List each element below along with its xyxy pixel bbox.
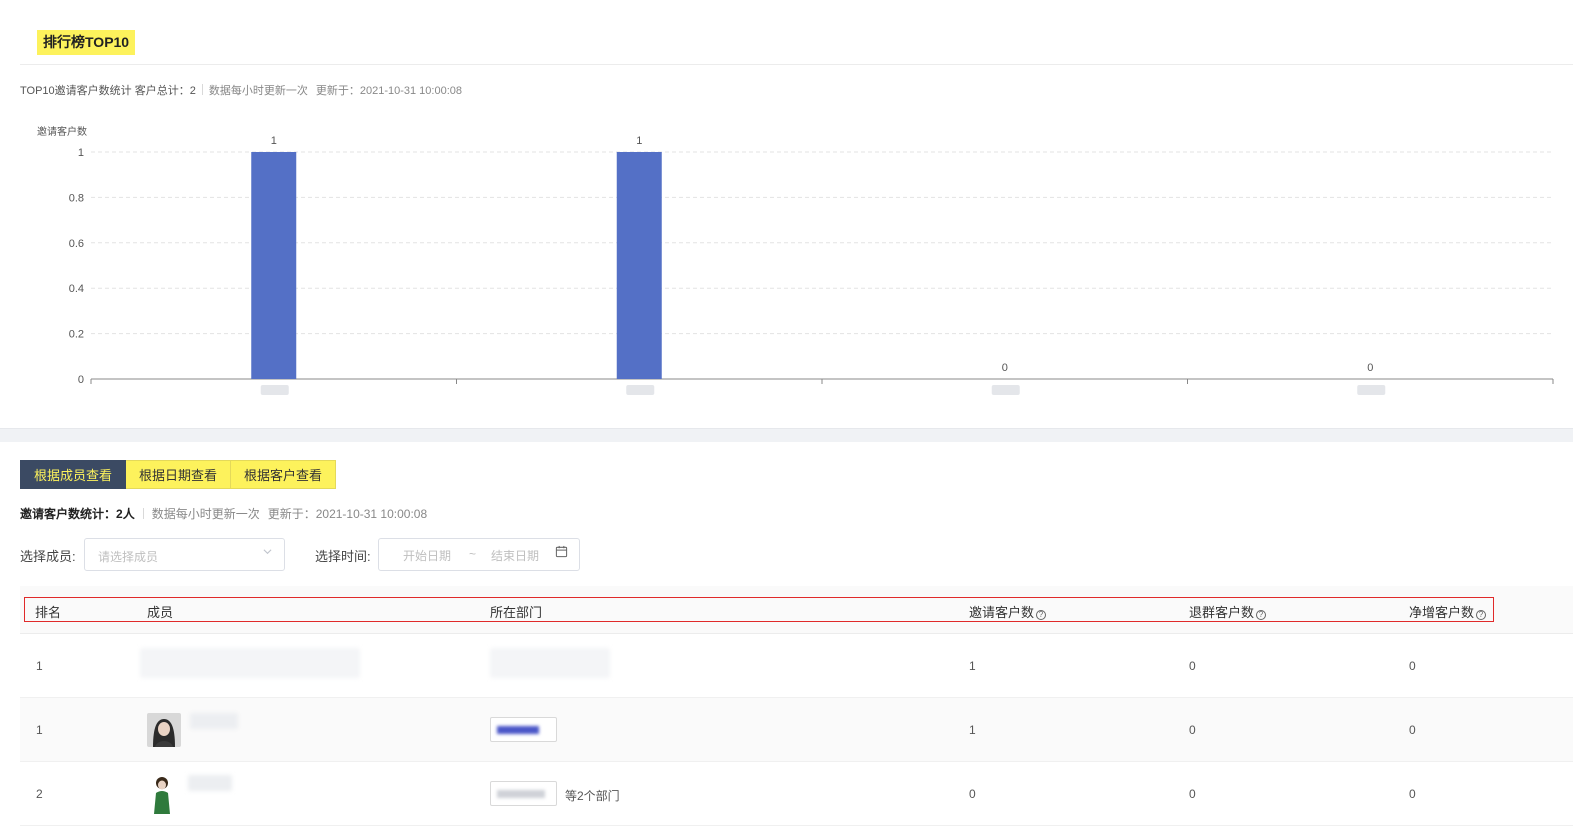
left-cell: 0 (1189, 659, 1196, 673)
filter-bar: 选择成员: 请选择成员 选择时间: 开始日期 ~ 结束日期 (20, 538, 640, 571)
department-tag (490, 781, 557, 806)
section-gap (0, 428, 1573, 442)
summary-label: 邀请客户数统计： (20, 507, 117, 521)
header-highlight-outline (24, 597, 1494, 622)
bar-value-label: 0 (1367, 362, 1373, 374)
tab-by-date[interactable]: 根据日期查看 (126, 460, 232, 489)
panel-title: 排行榜TOP10 (37, 30, 136, 55)
invite-summary: 邀请客户数统计：2人 数据每小时更新一次 更新于：2021-10-31 10:00:… (20, 505, 435, 522)
redacted-x-label (260, 385, 289, 395)
department-tag (490, 717, 557, 742)
redacted-department-name (497, 790, 545, 798)
help-icon[interactable]: ? (1476, 610, 1487, 620)
col-invited-label: 邀请客户数 (969, 605, 1035, 620)
col-net: 净增客户数? (1409, 602, 1487, 621)
start-date-input[interactable]: 开始日期 (403, 547, 451, 564)
tab-by-member[interactable]: 根据成员查看 (20, 460, 127, 489)
col-department: 所在部门 (490, 605, 543, 620)
chevron-down-icon (263, 547, 272, 559)
table-header: 排名 成员 所在部门 邀请客户数? 退群客户数? 净增客户数? (20, 586, 1573, 634)
time-filter-label: 选择时间: (315, 549, 371, 564)
col-member: 成员 (147, 605, 174, 620)
bar-value-label: 0 (1002, 362, 1008, 374)
help-icon[interactable]: ? (1256, 610, 1267, 620)
calendar-icon[interactable] (555, 545, 568, 561)
col-net-label: 净增客户数 (1409, 605, 1475, 620)
bar (251, 152, 297, 379)
redacted-member-name (190, 713, 238, 729)
bar-value-label: 1 (636, 135, 642, 147)
end-date-input[interactable]: 结束日期 (491, 547, 539, 564)
summary-updated-at: 更新于：2021-10-31 10:00:08 (267, 507, 428, 521)
invited-cell: 0 (969, 787, 976, 801)
date-range-picker[interactable]: 开始日期 ~ 结束日期 (378, 538, 580, 571)
y-tick-label: 0.6 (69, 238, 84, 250)
bar-value-label: 1 (271, 135, 277, 147)
redacted-member-name (188, 775, 232, 791)
help-icon[interactable]: ? (1036, 610, 1047, 620)
member-filter-label: 选择成员: (20, 549, 76, 564)
summary-update-note: 数据每小时更新一次 (151, 507, 260, 521)
update-note: 数据每小时更新一次 (208, 85, 308, 97)
member-select-placeholder: 请选择成员 (98, 550, 159, 564)
rank-cell: 2 (36, 787, 43, 801)
avatar (147, 774, 177, 814)
view-mode-tabs: 根据成员查看 根据日期查看 根据客户查看 (20, 460, 337, 489)
stat-prefix: TOP10邀请客户数统计 客户总计： (20, 85, 190, 97)
divider (20, 64, 1573, 65)
top10-bar-chart: 邀请客户数 0 0.2 0.4 0.6 0.8 1 1 1 0 0 (0, 110, 1573, 420)
redacted-member (140, 648, 360, 678)
stat-total: 2 (189, 85, 196, 97)
col-invited: 邀请客户数? (969, 602, 1047, 621)
top10-stat-line: TOP10邀请客户数统计 客户总计：2 数据每小时更新一次 更新于：2021-10-… (20, 82, 470, 98)
separator (201, 84, 203, 95)
redacted-x-label (991, 385, 1020, 395)
invited-cell: 1 (969, 659, 976, 673)
updated-at: 更新于：2021-10-31 10:00:08 (315, 85, 462, 97)
y-tick-label: 0.4 (69, 283, 84, 295)
redacted-department (490, 648, 610, 678)
dept-more-label[interactable]: 等2个部门 (565, 787, 620, 804)
member-stats-table: 排名 成员 所在部门 邀请客户数? 退群客户数? 净增客户数? 1 1 0 0 … (20, 586, 1573, 826)
member-select[interactable]: 请选择成员 (84, 538, 285, 571)
redacted-x-label (1357, 385, 1386, 395)
table-row[interactable]: 1 1 0 0 (20, 698, 1573, 762)
redacted-x-label (626, 385, 655, 395)
range-separator: ~ (469, 547, 477, 561)
y-tick-label: 1 (78, 147, 84, 159)
y-tick-label: 0 (78, 374, 84, 386)
y-tick-label: 0.2 (69, 329, 84, 341)
ranking-panel: 排行榜TOP10 TOP10邀请客户数统计 客户总计：2 数据每小时更新一次 更新于… (0, 0, 1573, 428)
col-rank: 排名 (35, 605, 62, 620)
invited-cell: 1 (969, 723, 976, 737)
bar (616, 152, 662, 379)
tab-by-customer[interactable]: 根据客户查看 (231, 460, 337, 489)
net-cell: 0 (1409, 787, 1416, 801)
chart-svg: 邀请客户数 0 0.2 0.4 0.6 0.8 1 1 1 0 0 (37, 125, 1554, 395)
separator (142, 508, 144, 519)
left-cell: 0 (1189, 723, 1196, 737)
table-row[interactable]: 1 1 0 0 (20, 634, 1573, 698)
net-cell: 0 (1409, 723, 1416, 737)
col-left-label: 退群客户数 (1189, 605, 1255, 620)
rank-cell: 1 (36, 723, 43, 737)
avatar (147, 713, 181, 747)
redacted-department-name (497, 726, 539, 734)
left-cell: 0 (1189, 787, 1196, 801)
summary-value: 2人 (116, 507, 135, 521)
y-axis-label: 邀请客户数 (37, 125, 87, 138)
rank-cell: 1 (36, 659, 43, 673)
col-left-group: 退群客户数? (1189, 602, 1267, 621)
net-cell: 0 (1409, 659, 1416, 673)
table-row[interactable]: 2 等2个部门 0 0 0 (20, 762, 1573, 826)
y-tick-label: 0.8 (69, 192, 84, 204)
